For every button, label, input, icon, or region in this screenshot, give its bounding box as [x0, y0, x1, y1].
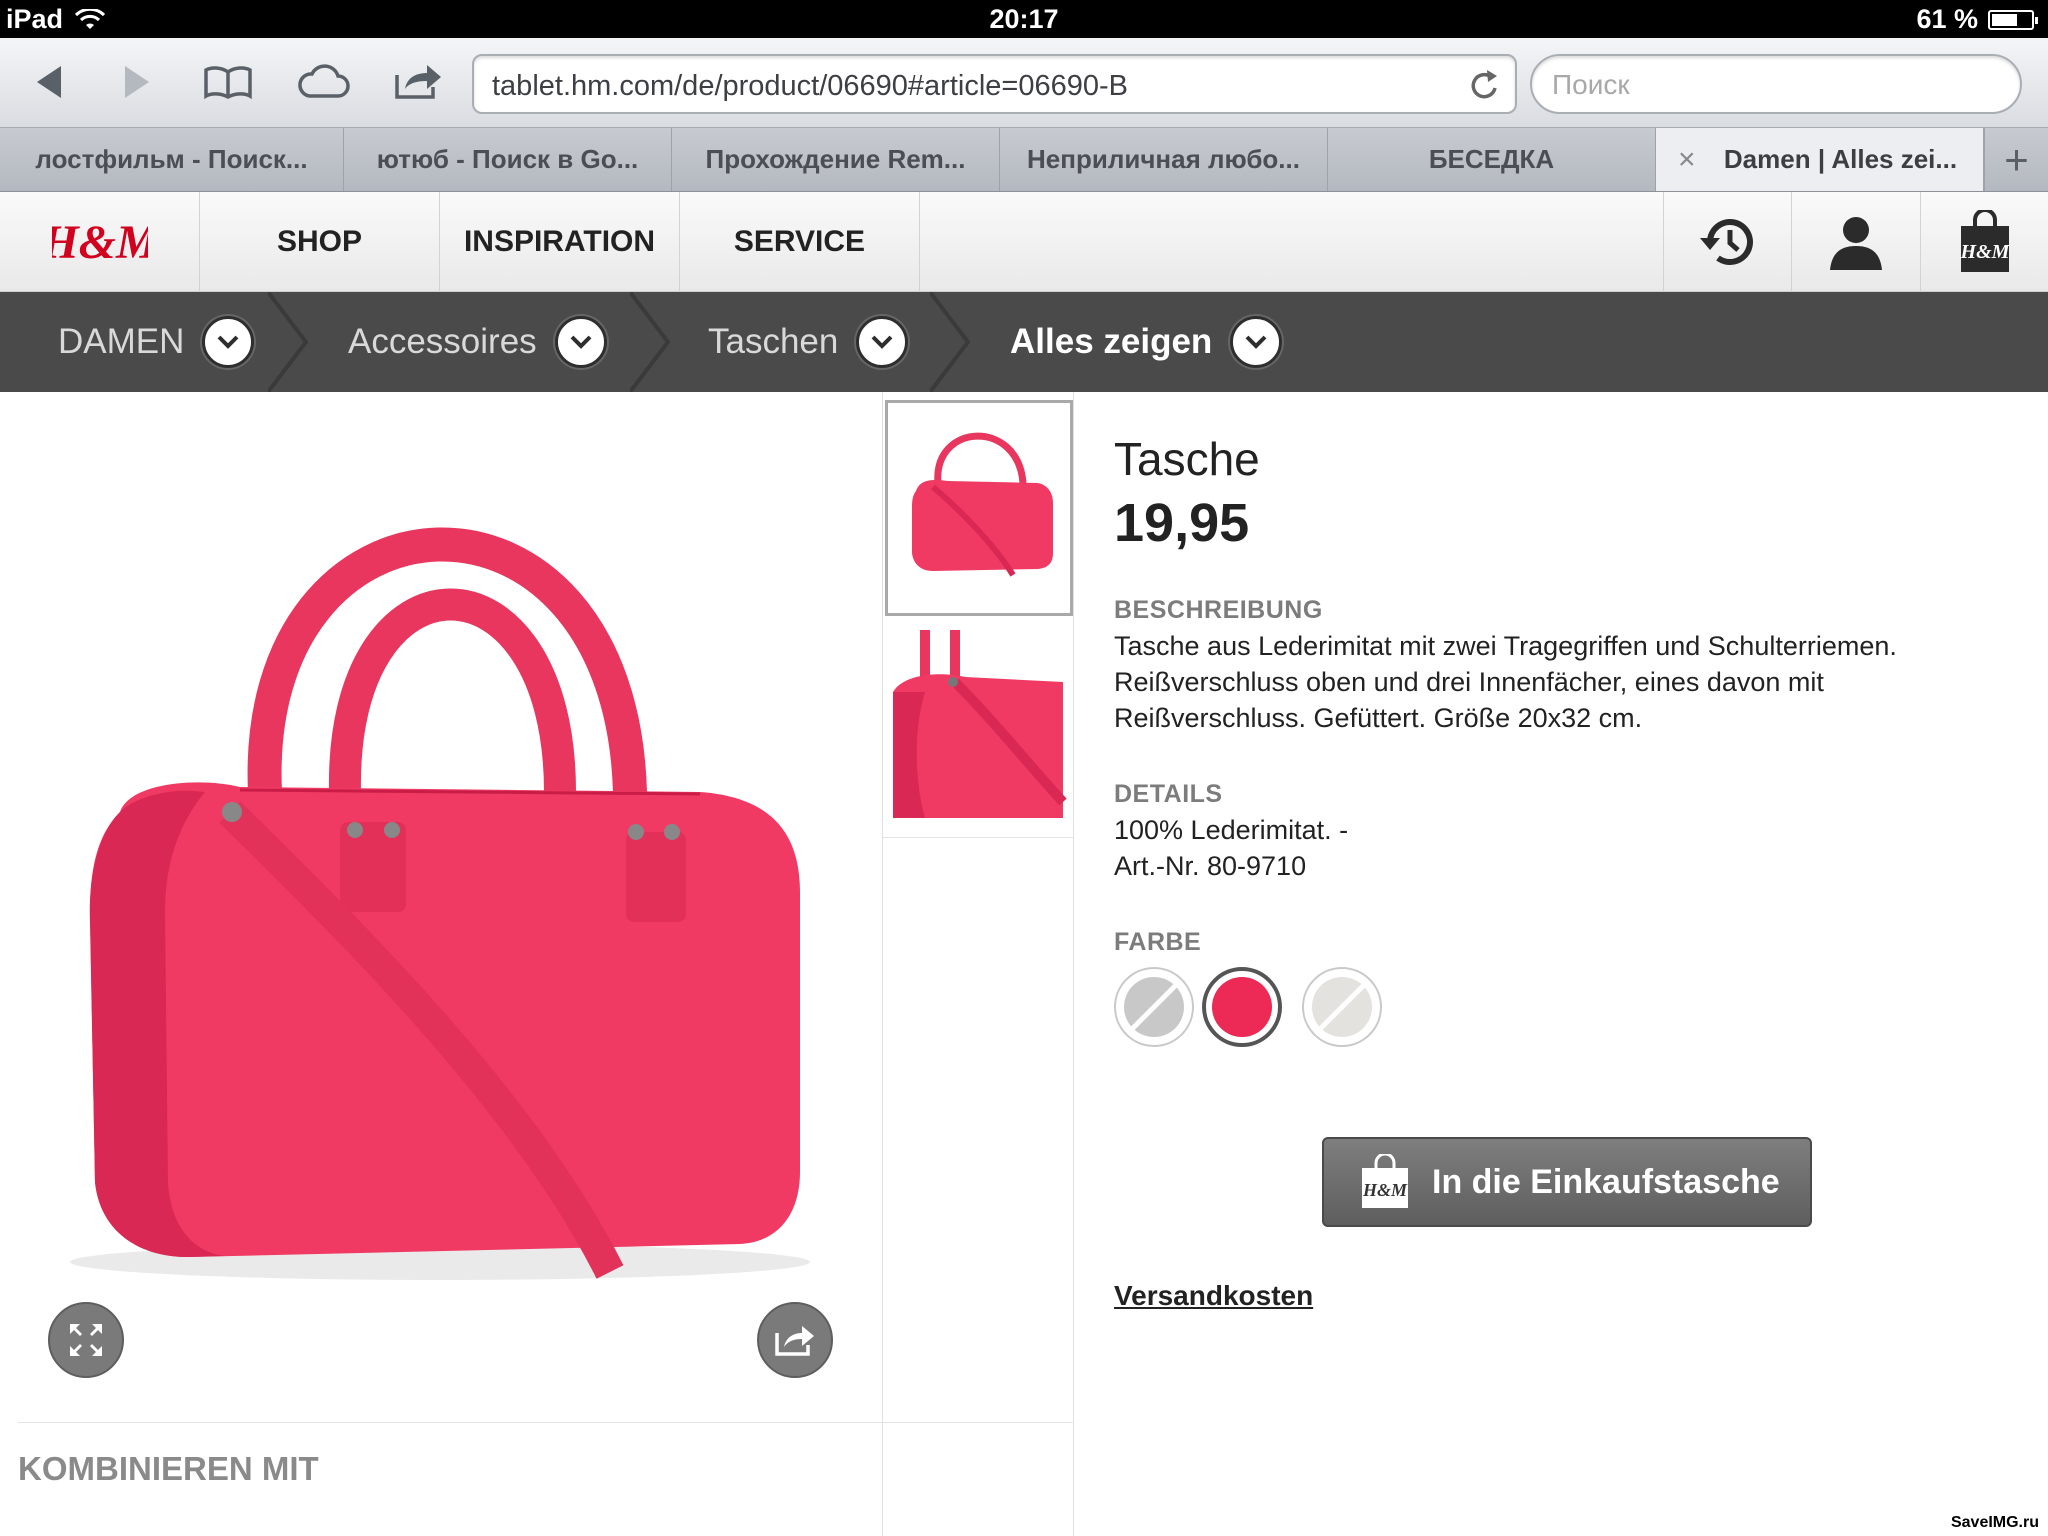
- section-divider: [18, 1422, 1074, 1423]
- back-icon[interactable]: [20, 58, 76, 106]
- thumbnail-divider: [883, 837, 1073, 838]
- fullscreen-button[interactable]: [48, 1302, 124, 1378]
- battery-percent: 61 %: [1916, 4, 1978, 34]
- shopping-bag-icon[interactable]: H&M: [1920, 192, 2048, 292]
- combine-with-heading: KOMBINIEREN MIT: [18, 1450, 319, 1487]
- pink-bag-image: [70, 527, 810, 1280]
- tab-label: БЕСЕДКА: [1428, 144, 1555, 174]
- share-icon: [775, 1326, 814, 1356]
- selected-swatch-icon: [1212, 977, 1272, 1037]
- details-material: 100% Lederimitat. -: [1114, 815, 1349, 845]
- breadcrumb-label: Accessoires: [348, 322, 537, 361]
- clock: 20:17: [989, 4, 1059, 34]
- watermark: SaveIMG.ru: [1947, 1514, 2042, 1532]
- chevron-down-icon[interactable]: [554, 316, 607, 368]
- history-icon[interactable]: [1663, 192, 1791, 292]
- description-label: BESCHREIBUNG: [1114, 596, 1323, 624]
- browser-tabs: лостфильм - Поиск... ютюб - Поиск в Go..…: [0, 128, 2048, 192]
- bag-icon-logo: H&M: [1362, 1180, 1408, 1200]
- add-to-cart-label: In die Einkaufstasche: [1432, 1162, 1780, 1201]
- address-bar[interactable]: tablet.hm.com/de/product/06690#article=0…: [472, 54, 1517, 114]
- breadcrumb-label: Alles zeigen: [1010, 322, 1213, 361]
- breadcrumb-label: DAMEN: [58, 322, 185, 361]
- color-swatch-pink[interactable]: [1202, 967, 1282, 1047]
- battery-icon: [1988, 9, 2038, 30]
- tab-5[interactable]: БЕСЕДКА: [1328, 128, 1656, 191]
- product-title: Tasche: [1114, 433, 1260, 485]
- pink-bag-thumbnail: [912, 432, 1053, 577]
- reload-icon[interactable]: [1467, 66, 1503, 104]
- share-button[interactable]: [757, 1302, 833, 1378]
- chevron-down-icon[interactable]: [1230, 316, 1283, 368]
- tab-active[interactable]: × Damen | Alles zei...: [1656, 128, 1984, 191]
- tab-label: лостфильм - Поиск...: [35, 144, 308, 174]
- chevron-down-icon[interactable]: [856, 316, 909, 368]
- tab-label: Прохождение Rem...: [705, 144, 966, 174]
- tab-close-icon[interactable]: ×: [1678, 143, 1696, 177]
- nav-service[interactable]: SERVICE: [680, 192, 920, 292]
- product-price: 19,95: [1114, 493, 1250, 553]
- tab-3[interactable]: Прохождение Rem...: [672, 128, 1000, 191]
- bag-logo-text: H&M: [1959, 241, 2010, 263]
- shipping-costs-link[interactable]: Versandkosten: [1114, 1280, 1313, 1312]
- color-swatch-grey[interactable]: [1114, 967, 1194, 1047]
- tab-label: Неприличная любо...: [1027, 144, 1300, 174]
- description-text: Tasche aus Lederimitat mit zwei Tragegri…: [1114, 631, 1897, 733]
- breadcrumb-taschen[interactable]: Taschen: [708, 292, 909, 392]
- chevron-down-icon[interactable]: [202, 316, 255, 368]
- forward-icon[interactable]: [110, 58, 166, 106]
- thumbnail-1[interactable]: [885, 400, 1073, 616]
- breadcrumb-separator: [630, 292, 670, 392]
- bookmarks-icon[interactable]: [200, 58, 256, 106]
- thumbnail-list: [882, 392, 1074, 1536]
- breadcrumb-separator: [268, 292, 308, 392]
- expand-icon: [70, 1324, 102, 1356]
- new-tab-button[interactable]: +: [1984, 128, 2048, 191]
- details-label: DETAILS: [1114, 780, 1223, 808]
- unavailable-swatch-icon: [1312, 977, 1372, 1037]
- tab-4[interactable]: Неприличная любо...: [1000, 128, 1328, 191]
- product-image[interactable]: [0, 392, 882, 1422]
- url-text: tablet.hm.com/de/product/06690#article=0…: [492, 70, 1128, 102]
- search-field[interactable]: [1530, 54, 2022, 114]
- breadcrumb-damen[interactable]: DAMEN: [58, 292, 255, 392]
- breadcrumb-label: Taschen: [708, 322, 839, 361]
- bag-icon: H&M: [1362, 1154, 1408, 1208]
- site-header: H&M SHOP INSPIRATION SERVICE H&M: [0, 192, 2048, 292]
- details-article-number: Art.-Nr. 80-9710: [1114, 851, 1307, 881]
- tab-2[interactable]: ютюб - Поиск в Go...: [344, 128, 672, 191]
- breadcrumb: DAMEN Accessoires Taschen Alles zeigen: [0, 292, 2048, 392]
- unavailable-swatch-icon: [1124, 977, 1184, 1037]
- color-label: FARBE: [1114, 928, 1202, 956]
- icloud-tabs-icon[interactable]: [295, 58, 351, 106]
- tab-1[interactable]: лостфильм - Поиск...: [0, 128, 344, 191]
- search-input[interactable]: [1552, 66, 1992, 104]
- breadcrumb-accessoires[interactable]: Accessoires: [348, 292, 607, 392]
- tab-label: Damen | Alles zei...: [1723, 144, 1958, 174]
- add-to-cart-button[interactable]: H&M In die Einkaufstasche: [1322, 1137, 1812, 1227]
- breadcrumb-separator: [930, 292, 970, 392]
- browser-toolbar: tablet.hm.com/de/product/06690#article=0…: [0, 38, 2048, 128]
- hm-logo-text: H&M: [52, 216, 148, 269]
- hm-logo[interactable]: H&M: [0, 192, 200, 292]
- hm-logo-icon: H&M: [52, 216, 148, 269]
- status-bar: iPad 20:17 61 %: [0, 0, 2048, 38]
- screen: iPad 20:17 61 % tablet.hm.com/de/product…: [0, 0, 2048, 1536]
- account-icon[interactable]: [1791, 192, 1919, 292]
- breadcrumb-alles-zeigen[interactable]: Alles zeigen: [1010, 292, 1283, 392]
- nav-inspiration[interactable]: INSPIRATION: [440, 192, 680, 292]
- thumbnail-2[interactable]: [885, 622, 1073, 838]
- tab-label: ютюб - Поиск в Go...: [376, 144, 639, 174]
- share-icon[interactable]: [390, 58, 446, 106]
- color-swatch-beige[interactable]: [1302, 967, 1382, 1047]
- pink-bag-detail-thumbnail: [893, 630, 1067, 826]
- nav-shop[interactable]: SHOP: [200, 192, 440, 292]
